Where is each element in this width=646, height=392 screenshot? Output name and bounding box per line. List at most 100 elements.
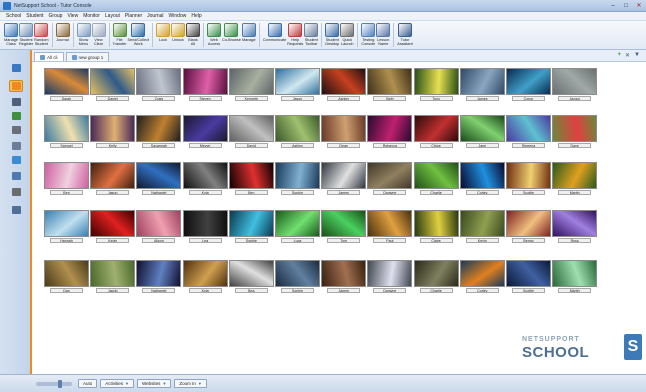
home-icon[interactable] <box>9 62 23 74</box>
journal-button[interactable]: Journal <box>55 21 70 42</box>
student-thumbnail[interactable]: Nathaniel <box>136 260 182 293</box>
lesson-name-button[interactable]: Lesson Name <box>376 21 391 47</box>
help-requests-button[interactable]: Help Requests <box>287 21 303 47</box>
student-thumbnail[interactable]: Conor <box>506 68 551 101</box>
headphones-icon[interactable] <box>9 96 23 108</box>
student-thumbnail[interactable]: Shreena <box>506 115 551 148</box>
menu-planner[interactable]: Planner <box>125 13 142 19</box>
send-collect-work-button[interactable]: Send/Collect Work <box>128 21 149 47</box>
web-icon[interactable] <box>9 110 23 122</box>
student-thumbnail[interactable]: Charlie <box>413 260 459 293</box>
menu-help[interactable]: Help <box>191 13 201 19</box>
manage-button[interactable]: Manage <box>241 21 256 42</box>
minimize-button[interactable]: – <box>607 1 619 11</box>
question-icon[interactable] <box>9 170 23 182</box>
student-thumbnail[interactable]: Dwayne <box>367 162 413 195</box>
student-thumbnail[interactable]: Beth <box>367 68 413 101</box>
student-thumbnail[interactable]: James <box>321 260 367 293</box>
chart-icon[interactable] <box>9 204 23 216</box>
student-thumbnail[interactable]: Samuel <box>44 115 89 148</box>
student-thumbnail[interactable]: Dwayne <box>367 260 413 293</box>
student-desktop-button[interactable]: Student Desktop <box>325 21 340 47</box>
student-thumbnail[interactable]: Hannah <box>44 210 89 243</box>
student-thumbnail[interactable]: Martin <box>552 260 598 293</box>
student-thumbnail[interactable]: James <box>459 68 505 101</box>
student-thumbnail[interactable]: Corley <box>459 260 505 293</box>
menu-student[interactable]: Student <box>26 13 43 19</box>
student-thumbnail[interactable]: Savannah <box>136 115 182 148</box>
student-thumbnail[interactable]: Paul <box>367 210 413 243</box>
menu-layout[interactable]: Layout <box>105 13 120 19</box>
zoom-slider-handle[interactable] <box>58 379 62 388</box>
add-group-icon[interactable]: + <box>618 52 622 59</box>
testing-console-button[interactable]: Testing Console <box>361 21 376 47</box>
thumbnail-view-icon[interactable] <box>9 80 23 92</box>
student-thumbnail[interactable]: Steven <box>182 68 228 101</box>
student-thumbnail[interactable]: Jacob <box>90 260 136 293</box>
student-thumbnail[interactable]: Dave <box>552 115 598 148</box>
student-thumbnail[interactable]: Chloe <box>413 115 459 148</box>
menu-school[interactable]: School <box>6 13 21 19</box>
student-thumbnail[interactable]: Ashley <box>321 68 367 101</box>
student-thumbnail[interactable]: Corley <box>459 162 505 195</box>
student-thumbnail[interactable]: Dean <box>321 115 367 148</box>
co-browse-button[interactable]: Co-Browse <box>222 21 241 42</box>
tab-menu-icon[interactable]: ▼ <box>634 52 640 59</box>
activities-button[interactable]: Activities ▼ <box>100 379 134 388</box>
tab-all-clients[interactable]: All cli <box>34 52 64 61</box>
tutor-assistant-button[interactable]: Tutor Assistant <box>397 21 413 47</box>
student-thumbnail[interactable]: Kenneth <box>228 68 274 101</box>
lock-button[interactable]: Lock <box>156 21 171 42</box>
student-thumbnail[interactable]: Luca <box>275 210 320 243</box>
student-thumbnail[interactable]: Jason <box>275 68 320 101</box>
student-register-button[interactable]: Student Register <box>19 21 33 47</box>
student-thumbnail[interactable]: Ben <box>44 162 89 195</box>
student-thumbnail[interactable]: Tony <box>413 68 459 101</box>
student-thumbnail[interactable]: Dan <box>44 260 89 293</box>
student-thumbnail[interactable]: Sarah <box>44 68 89 101</box>
student-thumbnail[interactable]: Daniel <box>90 68 136 101</box>
student-thumbnail[interactable]: Sophie <box>228 210 274 243</box>
student-thumbnail[interactable]: Kyla <box>182 260 228 293</box>
student-thumbnail[interactable]: Kelly <box>90 115 136 148</box>
student-thumbnail[interactable]: Rebecca <box>367 115 413 148</box>
student-thumbnail[interactable]: Scottie <box>506 162 551 195</box>
student-thumbnail[interactable]: Charlie <box>413 162 459 195</box>
student-thumbnail[interactable]: Tom <box>321 210 367 243</box>
auto-button[interactable]: Auto <box>78 379 98 388</box>
student-thumbnail[interactable]: Martin <box>552 162 598 195</box>
menu-group[interactable]: Group <box>49 13 63 19</box>
menu-view[interactable]: View <box>67 13 78 19</box>
student-thumbnail[interactable]: Jane <box>459 115 505 148</box>
student-thumbnail[interactable]: Benny <box>506 210 551 243</box>
survey-icon[interactable] <box>9 154 23 166</box>
menu-monitor[interactable]: Monitor <box>83 13 100 19</box>
student-thumbnail[interactable]: Kevin <box>459 210 505 243</box>
student-thumbnail[interactable]: Jacqui <box>552 68 598 101</box>
student-thumbnail[interactable]: James <box>321 162 367 195</box>
student-thumbnail[interactable]: Lea <box>182 210 228 243</box>
maximize-button[interactable]: □ <box>620 1 632 11</box>
student-thumbnail[interactable]: Ben <box>228 162 274 195</box>
student-thumbnail[interactable]: Ashley <box>275 115 320 148</box>
zoom-slider[interactable] <box>36 379 72 388</box>
menu-journal[interactable]: Journal <box>147 13 163 19</box>
student-thumbnail[interactable]: Alison <box>136 210 182 243</box>
web-access-button[interactable]: Web Access <box>207 21 222 47</box>
communicate-button[interactable]: Communicate <box>263 21 286 42</box>
student-thumbnail[interactable]: Kyla <box>182 162 228 195</box>
close-button[interactable]: ✕ <box>633 1 645 11</box>
websites-button[interactable]: Websites ▼ <box>137 379 172 388</box>
close-tab-icon[interactable]: ✕ <box>625 52 630 59</box>
student-thumbnail[interactable]: David <box>228 115 274 148</box>
student-thumbnail[interactable]: Bea <box>228 260 274 293</box>
printer-icon[interactable] <box>9 140 23 152</box>
apps-icon[interactable] <box>9 124 23 136</box>
quick-launch-button[interactable]: Quick Launch <box>340 21 355 47</box>
view-clear-button[interactable]: View Clear <box>91 21 106 47</box>
student-thumbnail[interactable]: Jason <box>90 162 136 195</box>
student-thumbnail[interactable]: Sophie <box>275 162 320 195</box>
student-thumbnail[interactable]: Kevin <box>90 210 136 243</box>
student-thumbnail[interactable]: Ross <box>552 210 598 243</box>
unlock-button[interactable]: Unlock <box>171 21 186 42</box>
